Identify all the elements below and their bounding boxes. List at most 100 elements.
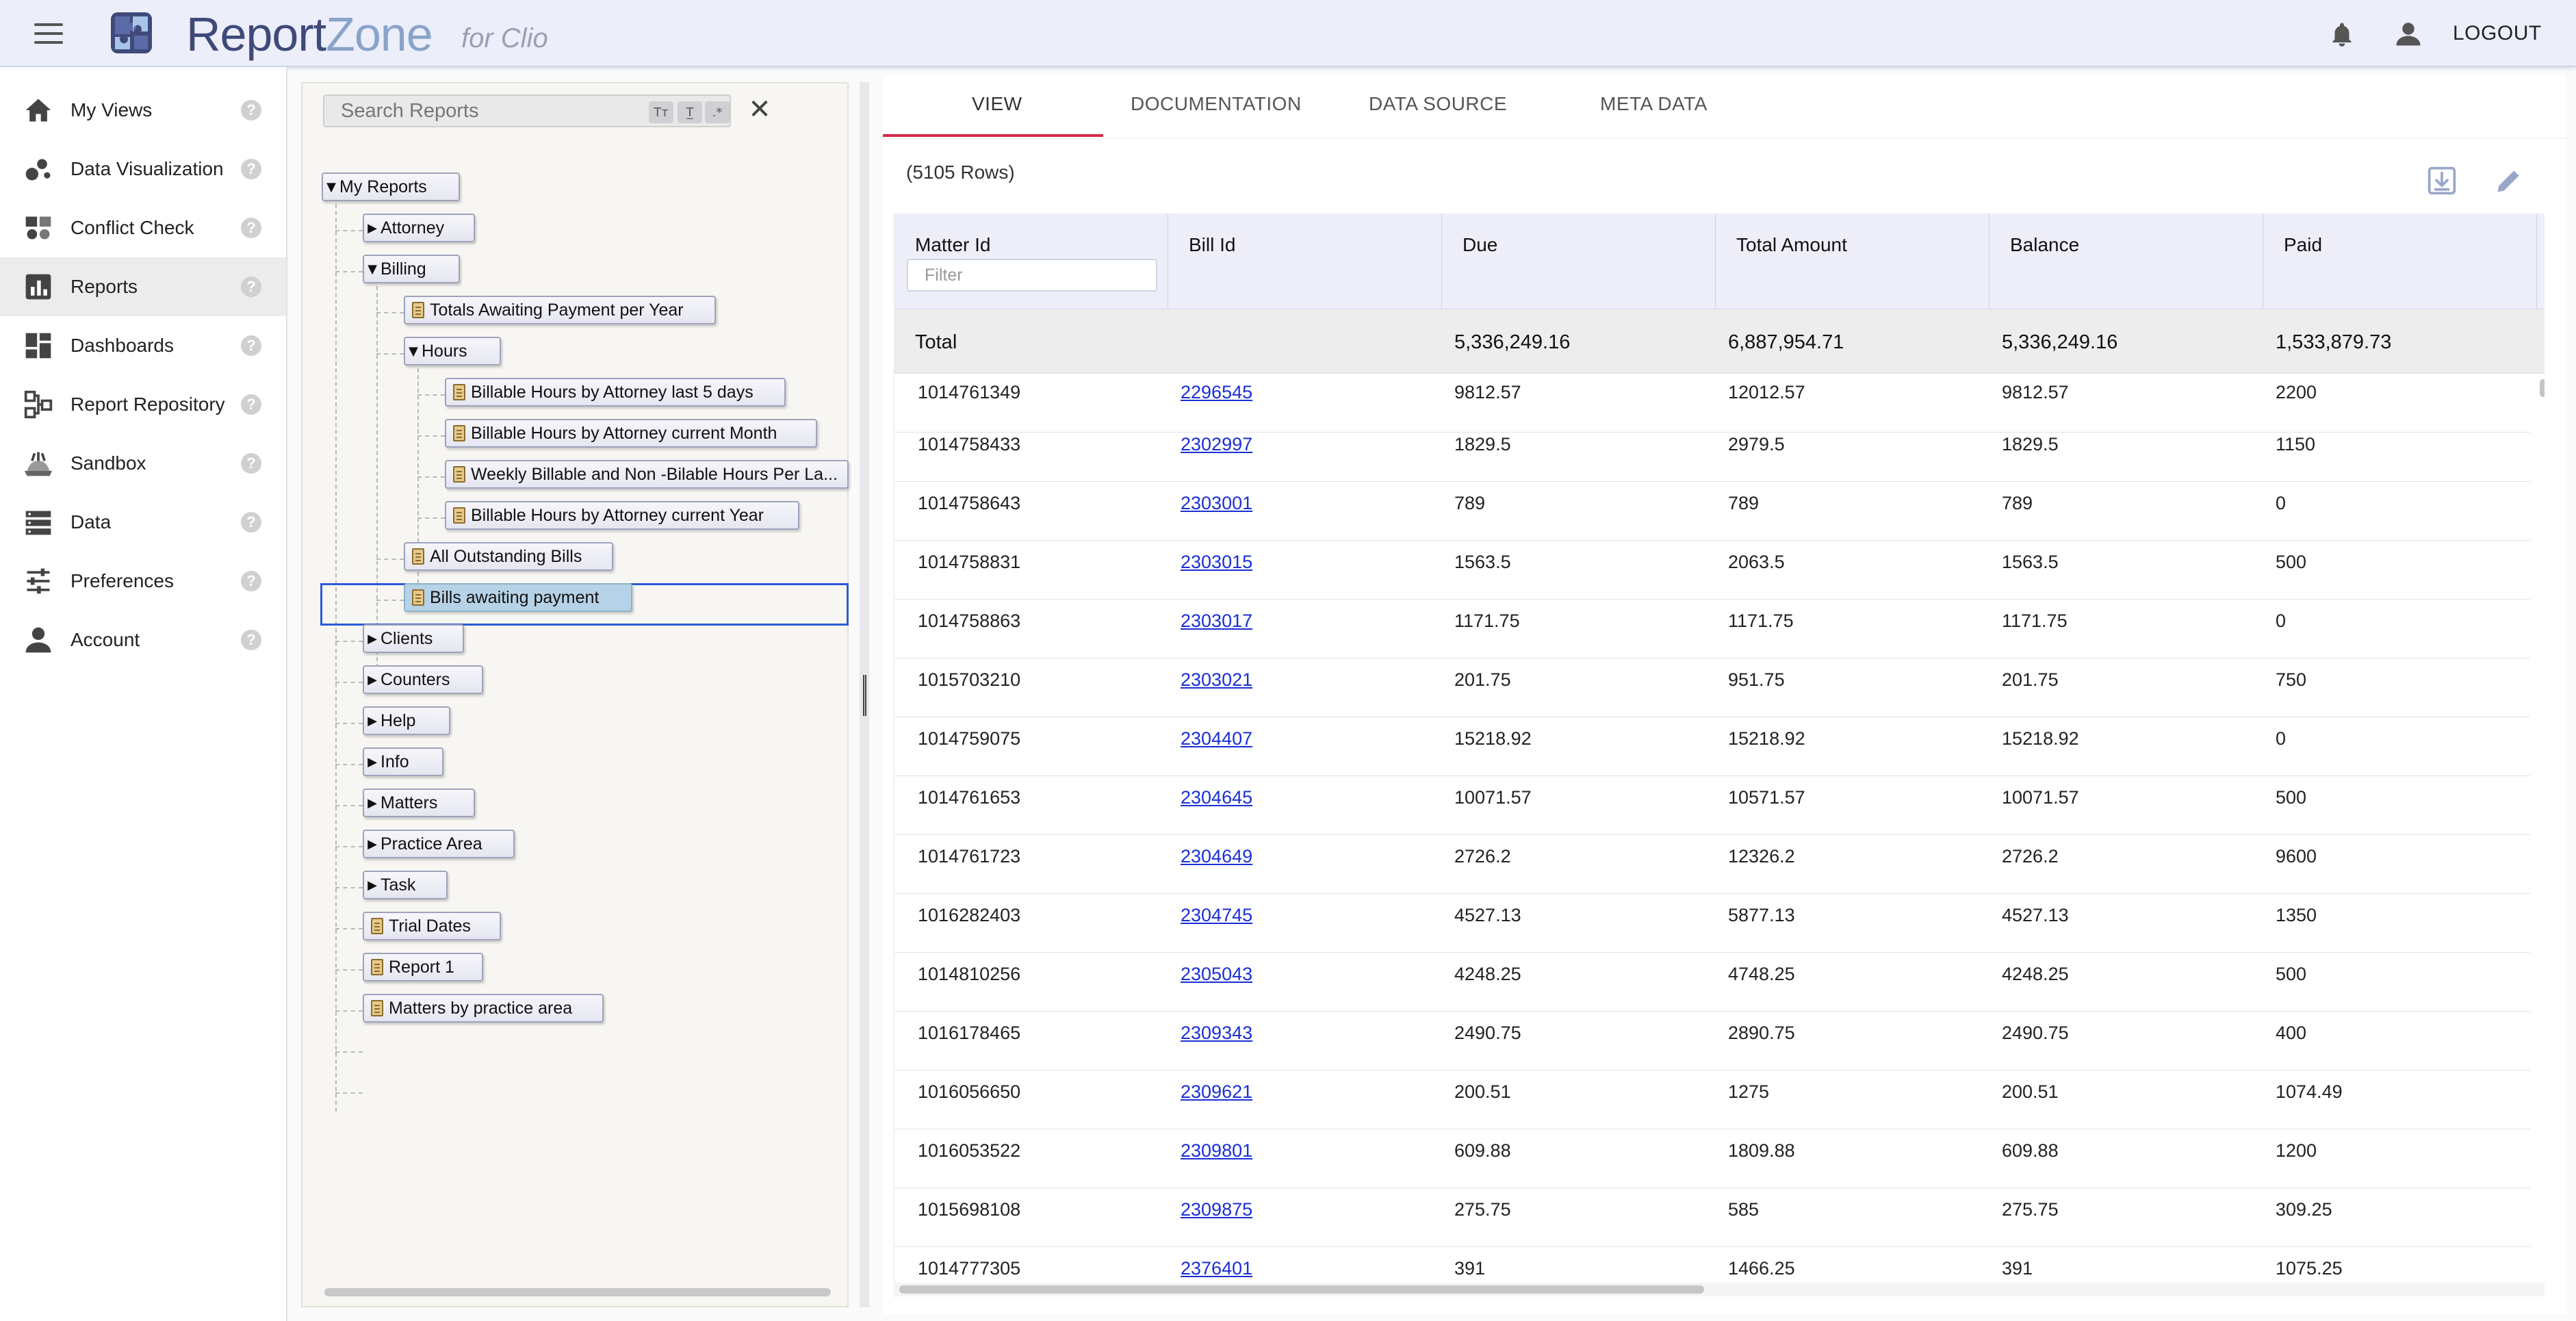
search-reports-input[interactable] [341,99,628,123]
column-header-bill-id[interactable]: Bill Id [1168,214,1442,309]
sidebar-item-label: Account [70,629,140,650]
bill-id-link[interactable]: 2304745 [1181,905,1252,925]
tree-horizontal-scrollbar[interactable] [324,1288,831,1296]
tree-connector [417,394,445,396]
tree-report-report-1[interactable]: Report 1 [363,953,483,982]
sidebar-item-my-views[interactable]: My Views ? [0,81,286,140]
close-icon[interactable]: ✕ [745,94,775,125]
sidebar-item-reports[interactable]: Reports ? [0,257,286,316]
bill-id-link[interactable]: 2309621 [1181,1081,1252,1102]
help-icon[interactable]: ? [241,159,261,179]
sidebar-item-preferences[interactable]: Preferences ? [0,552,286,611]
help-icon[interactable]: ? [241,394,261,415]
tree-report-trial-dates[interactable]: Trial Dates [363,912,501,940]
sidebar-item-data[interactable]: Data ? [0,493,286,552]
sidebar-item-label: Preferences [70,570,174,591]
tree-report-bh-last5[interactable]: Billable Hours by Attorney last 5 days [445,378,786,407]
tree-folder-practice-area[interactable]: ▶ Practice Area [363,830,515,858]
bill-id-link[interactable]: 2304645 [1181,787,1252,808]
tree-folder-info[interactable]: ▶ Info [363,747,443,776]
tree-report-bills-awaiting[interactable]: Bills awaiting payment [404,583,632,612]
help-icon[interactable]: ? [241,218,261,238]
match-word-icon[interactable]: T̲ [678,101,702,123]
tab-data-source[interactable]: DATA SOURCE [1369,93,1507,115]
splitter-grip-icon[interactable] [863,675,866,716]
cell-balance: 1563.5 [2002,552,2059,572]
tab-documentation[interactable]: DOCUMENTATION [1131,93,1302,115]
matter-id-filter-input[interactable] [907,259,1157,292]
column-header-due[interactable]: Due [1442,214,1716,309]
grid-vertical-scrollbar[interactable] [2540,379,2545,397]
table-row: 1016053522 2309801 609.88 1809.88 609.88… [894,1129,2530,1188]
cell-bill-id: 2304407 [1181,728,1252,749]
scatter-icon [25,159,51,181]
sidebar-item-dashboards[interactable]: Dashboards ? [0,316,286,375]
help-icon[interactable]: ? [241,100,261,120]
home-icon [25,99,51,122]
tree-report-bh-month[interactable]: Billable Hours by Attorney current Month [445,419,817,448]
help-icon[interactable]: ? [241,571,261,591]
tree-folder-counters[interactable]: ▶ Counters [363,665,483,694]
tree-report-bh-year[interactable]: Billable Hours by Attorney current Year [445,501,799,530]
bill-id-link[interactable]: 2302997 [1181,434,1252,454]
sidebar-item-label: Data Visualization [70,158,224,179]
pencil-icon[interactable] [2494,166,2524,196]
sidebar-item-label: Sandbox [70,452,146,474]
bill-id-link[interactable]: 2309875 [1181,1199,1252,1220]
help-icon[interactable]: ? [241,630,261,650]
tree-report-matters-by-pa[interactable]: Matters by practice area [363,994,604,1023]
cell-paid: 0 [2276,493,2287,513]
tree-folder-billing[interactable]: ▼ Billing [363,255,460,283]
sidebar-item-data-visualization[interactable]: Data Visualization ? [0,140,286,198]
tree-folder-attorney[interactable]: ▶ Attorney [363,214,475,242]
bell-icon[interactable] [2330,21,2354,48]
tab-view[interactable]: VIEW [972,93,1022,115]
cell-matter-id: 1014761723 [918,846,1021,867]
bill-id-link[interactable]: 2303015 [1181,552,1252,572]
expanded-triangle-icon: ▼ [368,261,377,277]
bill-id-link[interactable]: 2309343 [1181,1023,1252,1043]
tree-folder-clients[interactable]: ▶ Clients [363,624,464,653]
column-header-balance[interactable]: Balance [1989,214,2263,309]
bill-id-link[interactable]: 2376401 [1181,1258,1252,1279]
column-header-matter-id[interactable]: Matter Id [894,214,1168,309]
help-icon[interactable]: ? [241,512,261,533]
reportzone-logo-icon [111,12,152,53]
bill-id-link[interactable]: 2296545 [1181,382,1252,402]
column-header-paid[interactable]: Paid [2263,214,2537,309]
tree-folder-matters[interactable]: ▶ Matters [363,788,475,817]
tree-connector [335,197,337,1112]
tab-meta-data[interactable]: META DATA [1600,93,1708,115]
regex-icon[interactable]: .* [705,101,730,123]
cell-bill-id: 2303021 [1181,669,1252,691]
tree-report-totals-awaiting[interactable]: Totals Awaiting Payment per Year [404,296,716,324]
hamburger-menu-icon[interactable] [34,23,63,44]
bill-id-link[interactable]: 2303001 [1181,493,1252,513]
sidebar-item-conflict-check[interactable]: Conflict Check ? [0,198,286,257]
sidebar-item-sandbox[interactable]: Sandbox ? [0,434,286,493]
tree-folder-hours[interactable]: ▼ Hours [404,337,501,365]
bill-id-link[interactable]: 2305043 [1181,964,1252,984]
bill-id-link[interactable]: 2304407 [1181,728,1252,749]
download-icon[interactable] [2427,166,2457,196]
help-icon[interactable]: ? [241,335,261,356]
tree-folder-help[interactable]: ▶ Help [363,706,450,735]
user-icon[interactable] [2394,19,2423,48]
match-case-icon[interactable]: Tт [649,101,673,123]
grid-horizontal-scrollbar[interactable] [899,1285,1704,1294]
help-icon[interactable]: ? [241,277,261,297]
tree-folder-my-reports[interactable]: ▼ My Reports [322,172,460,201]
bill-id-link[interactable]: 2303017 [1181,611,1252,631]
help-icon[interactable]: ? [241,453,261,474]
bill-id-link[interactable]: 2303021 [1181,669,1252,690]
tree-report-all-outstanding[interactable]: All Outstanding Bills [404,542,613,571]
tree-report-weekly[interactable]: Weekly Billable and Non -Bilable Hours P… [445,460,849,489]
bill-id-link[interactable]: 2309801 [1181,1140,1252,1161]
tree-folder-task[interactable]: ▶ Task [363,871,448,899]
sidebar-item-report-repository[interactable]: Report Repository ? [0,375,286,434]
bill-id-link[interactable]: 2304649 [1181,846,1252,867]
sidebar-item-account[interactable]: Account ? [0,611,286,669]
cell-balance: 9812.57 [2002,382,2069,402]
logout-button[interactable]: LOGOUT [2453,22,2542,45]
column-header-total-amount[interactable]: Total Amount [1716,214,1989,309]
